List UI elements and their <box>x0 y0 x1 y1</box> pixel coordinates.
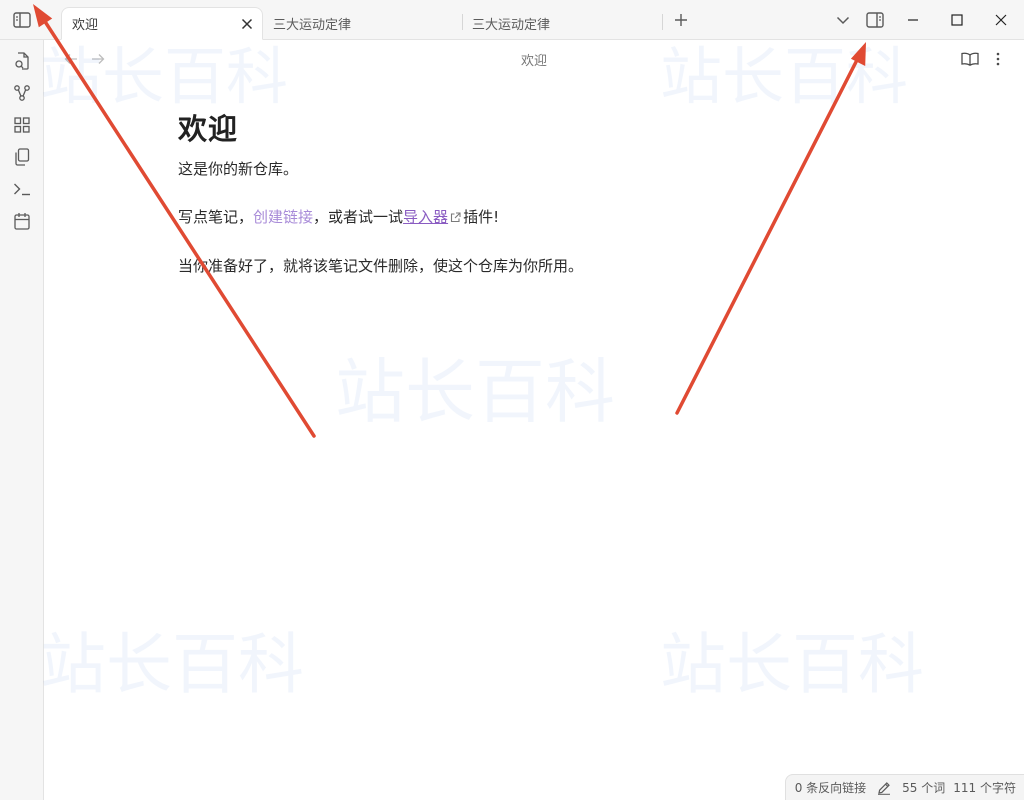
note-text: 写点笔记， <box>178 208 254 226</box>
tab-label: 欢迎 <box>72 18 99 33</box>
templates-icon[interactable] <box>11 146 33 168</box>
sidebar-right-icon[interactable] <box>865 10 885 30</box>
close-icon[interactable] <box>992 11 1010 29</box>
tab-welcome[interactable]: 欢迎 <box>61 7 263 40</box>
command-palette-icon[interactable] <box>11 178 33 200</box>
tab-divider <box>662 14 663 30</box>
note-view: 欢迎 欢迎 这是你的新仓库。 写点笔记，创建链接，或者试一试导入器 插件! 当你准… <box>44 40 1024 800</box>
tab-label: 三大运动定律 <box>273 18 352 33</box>
note-paragraph: 这是你的新仓库。 <box>178 160 299 178</box>
external-link[interactable]: 导入器 <box>403 208 448 226</box>
daily-note-icon[interactable] <box>11 210 33 232</box>
backlinks-count[interactable]: 0 条反向链接 <box>795 779 866 796</box>
note-paragraph: 写点笔记，创建链接，或者试一试导入器 插件! <box>178 206 818 229</box>
book-open-icon[interactable] <box>960 50 980 68</box>
more-vertical-icon[interactable] <box>989 50 1007 68</box>
maximize-icon[interactable] <box>948 11 966 29</box>
note-heading: 欢迎 <box>178 112 239 146</box>
char-count: 111 个字符 <box>953 781 1016 795</box>
graph-view-icon[interactable] <box>11 82 33 104</box>
external-link-icon <box>450 207 461 229</box>
plus-icon[interactable] <box>672 11 690 29</box>
internal-link[interactable]: 创建链接 <box>253 208 313 226</box>
close-icon[interactable] <box>238 15 256 33</box>
pencil-icon[interactable] <box>877 781 891 795</box>
tab-bar: 欢迎 三大运动定律 三大运动定律 <box>0 0 1024 40</box>
view-header: 欢迎 <box>44 40 1024 78</box>
note-paragraph: 当你准备好了，就将该笔记文件删除，使这个仓库为你所用。 <box>178 257 584 275</box>
sidebar-left-icon[interactable] <box>12 10 32 30</box>
word-count: 55 个词 <box>902 781 946 795</box>
tab-label: 三大运动定律 <box>472 18 551 33</box>
open-note-icon[interactable] <box>11 50 33 72</box>
status-bar: 0 条反向链接 55 个词 111 个字符 <box>784 774 1024 800</box>
note-text: 插件! <box>463 208 500 226</box>
chevron-down-icon[interactable] <box>834 11 852 29</box>
minimize-icon[interactable] <box>904 11 922 29</box>
tab-newton-laws-2[interactable]: 三大运动定律 <box>462 7 660 40</box>
left-ribbon <box>0 40 44 800</box>
note-text: ，或者试一试 <box>313 208 404 226</box>
note-content: 欢迎 这是你的新仓库。 写点笔记，创建链接，或者试一试导入器 插件! 当你准备好了… <box>178 110 818 303</box>
canvas-icon[interactable] <box>11 114 33 136</box>
view-title: 欢迎 <box>520 54 547 69</box>
tab-newton-laws-1[interactable]: 三大运动定律 <box>263 7 458 40</box>
